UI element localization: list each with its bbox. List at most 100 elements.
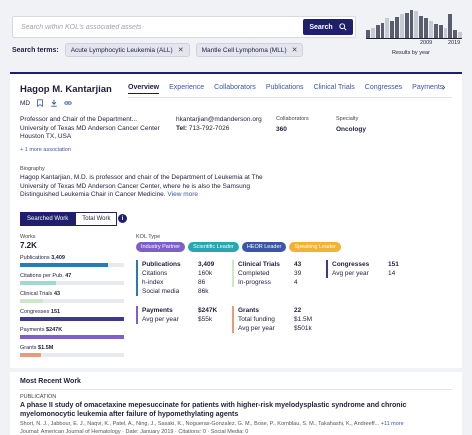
publication-authors: Short, N. J., Jabbour, E. J., Naqvi, K.,… (20, 421, 404, 427)
year-bar[interactable] (370, 28, 375, 38)
works-label: Works (20, 234, 36, 240)
year-bar[interactable] (424, 18, 428, 38)
recent-divider (20, 389, 452, 390)
degree-row: MD (20, 99, 72, 107)
tab-congresses[interactable]: Congresses (365, 84, 402, 94)
download-icon[interactable] (50, 99, 58, 107)
year-bar[interactable] (404, 12, 409, 38)
more-authors-link[interactable]: +11 more (381, 421, 404, 427)
kol-profile-card: Hagop M. Kantarjian Overview Experience … (10, 72, 462, 368)
congresses-stats: Congresses 151 Avg per year 14 (326, 260, 416, 278)
tab-experience[interactable]: Experience (169, 84, 204, 94)
kol-type-tags: Industry Partner Scientific Leader HEOR Le… (136, 242, 341, 252)
year-axis (366, 38, 462, 39)
affiliation-location: Houston TX, USA (20, 133, 72, 140)
publication-type-label: PUBLICATION (20, 394, 57, 400)
email[interactable]: hkantarjian@mdanderson.org (176, 116, 262, 125)
metric-label: Congresses 151 (20, 309, 61, 315)
total-work-toggle[interactable]: Total Work (75, 212, 118, 226)
publications-stats: Publications 3,409 Citations 160k h-index 8… (136, 260, 228, 296)
tab-payments[interactable]: Payments (412, 84, 443, 94)
search-box: Search (12, 16, 356, 38)
most-recent-work: Most Recent Work PUBLICATION A phase II … (10, 372, 462, 435)
year-bar[interactable] (409, 10, 414, 38)
chevron-right-icon[interactable]: › (442, 82, 445, 93)
biography-label: Biography (20, 166, 45, 172)
tab-collaborators[interactable]: Collaborators (214, 84, 256, 94)
metric-track (20, 317, 124, 321)
metric-fill (20, 317, 124, 321)
stat-value: 4 (294, 279, 298, 286)
stat-label: Total funding (238, 316, 275, 323)
work-metric: Grants $1.5M (20, 345, 124, 357)
work-metric: Payments $247K (20, 327, 124, 339)
metric-fill (20, 281, 57, 285)
congresses-stat-title: Congresses (332, 261, 370, 268)
year-bar[interactable] (399, 14, 404, 38)
year-bar[interactable] (414, 11, 419, 38)
grants-stat-value: 22 (294, 307, 302, 314)
bookmark-icon[interactable] (36, 99, 44, 107)
year-bar[interactable] (375, 25, 380, 38)
publication-journal: Journal: American Journal of Hematology … (20, 429, 249, 435)
info-icon[interactable]: i (118, 214, 127, 223)
stat-value: 39 (294, 270, 302, 277)
tab-overview[interactable]: Overview (128, 84, 160, 94)
year-bar[interactable] (366, 29, 370, 38)
grants-stat-title: Grants (238, 307, 259, 314)
search-input[interactable] (13, 17, 303, 37)
clinical-trials-stat-title: Clinical Trials (238, 261, 280, 268)
kol-tag: Scientific Leader (188, 242, 239, 252)
results-by-year-chart[interactable]: 2009 2019 Results by year (366, 10, 462, 60)
year-bar[interactable] (419, 15, 424, 38)
search-header: Search 2009 2019 Results by year Search … (0, 0, 472, 66)
tab-publications[interactable]: Publications (266, 84, 304, 94)
stat-value: $1.5M (294, 316, 313, 323)
work-metric: Citations per Pub. 47 (20, 273, 124, 285)
year-end-label: 2019 (448, 40, 461, 46)
year-bar[interactable] (438, 25, 443, 38)
search-button-label: Search (309, 23, 333, 31)
stat-value: 14 (388, 270, 396, 277)
profile-tabs: Overview Experience Collaborators Public… (128, 84, 443, 94)
metric-track (20, 263, 124, 267)
year-bar[interactable] (428, 21, 433, 38)
more-association-link[interactable]: + 1 more association (20, 147, 71, 153)
year-bar[interactable] (433, 24, 438, 38)
tab-clinical-trials[interactable]: Clinical Trials (314, 84, 355, 94)
stat-label: Citations (142, 270, 168, 277)
clinical-trials-stat-value: 43 (294, 261, 302, 268)
year-bar[interactable] (390, 21, 395, 38)
publications-stat-value: 3,409 (198, 261, 215, 268)
specialty-value: Oncology (336, 126, 366, 133)
year-bar[interactable] (395, 17, 399, 38)
kol-name: Hagop M. Kantarjian (20, 84, 112, 95)
year-chart-caption: Results by year (392, 50, 430, 56)
close-icon[interactable]: ✕ (292, 46, 298, 54)
close-icon[interactable]: ✕ (178, 46, 184, 54)
view-more-link[interactable]: View more (167, 191, 198, 198)
metric-label: Publications 3,409 (20, 255, 65, 261)
search-term-chip[interactable]: Acute Lymphocytic Leukemia (ALL) ✕ (64, 43, 190, 57)
search-term-chip[interactable]: Mantle Cell Lymphoma (MLL) ✕ (195, 43, 304, 57)
publication-title[interactable]: A phase II study of omacetaxine mepesucc… (20, 402, 450, 419)
year-bar[interactable] (443, 28, 448, 38)
collaborators-count: 360 (276, 126, 287, 133)
collaborators-summary: Collaborators 360 (276, 116, 309, 133)
metric-track (20, 281, 124, 285)
link-icon[interactable] (64, 99, 72, 107)
year-bar[interactable] (385, 18, 390, 38)
biography-text: Hagop Kantarjian, M.D. is professor and … (20, 174, 263, 198)
recent-work-title: Most Recent Work (20, 378, 81, 385)
searched-work-toggle[interactable]: Searched Work (20, 212, 76, 226)
year-bar[interactable] (448, 14, 453, 38)
tabs-divider (128, 97, 452, 98)
phone: 713-792-7026 (188, 124, 230, 132)
year-bar[interactable] (380, 22, 385, 38)
year-bar[interactable] (453, 29, 458, 38)
biography: Hagop Kantarjian, M.D. is professor and … (20, 174, 280, 200)
search-button[interactable]: Search (303, 19, 353, 35)
metric-fill (20, 263, 109, 267)
metric-fill (20, 353, 41, 357)
stat-label: h-index (142, 279, 164, 286)
